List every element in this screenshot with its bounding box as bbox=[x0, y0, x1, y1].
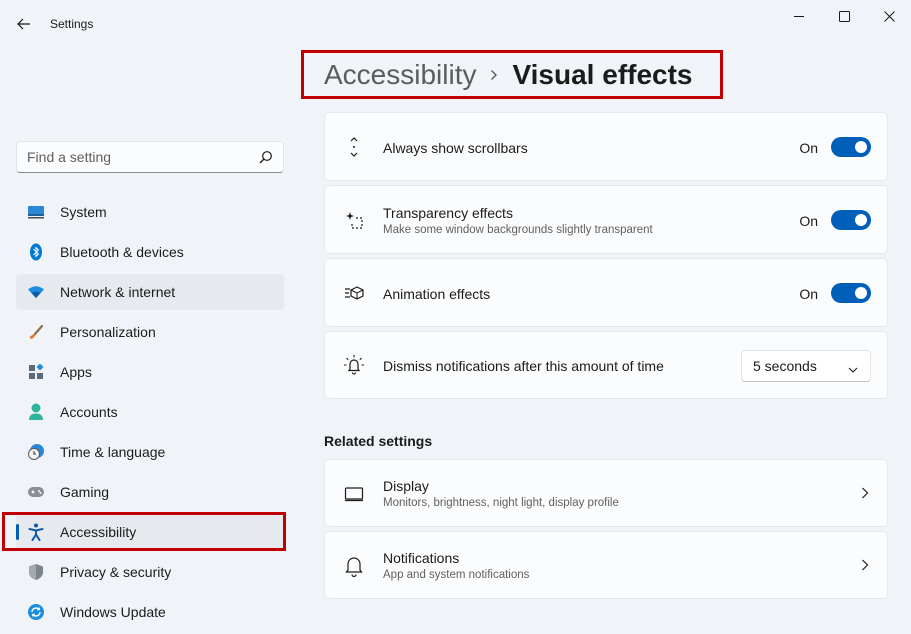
shield-icon bbox=[26, 562, 46, 582]
setting-title: Always show scrollbars bbox=[383, 140, 528, 156]
sidebar-item-label: Accounts bbox=[60, 404, 118, 420]
toggle-state-label: On bbox=[799, 286, 818, 302]
close-button[interactable] bbox=[869, 4, 909, 28]
back-arrow-icon bbox=[17, 18, 30, 30]
system-icon bbox=[26, 202, 46, 222]
sidebar-item-label: Privacy & security bbox=[60, 564, 172, 580]
brush-icon bbox=[26, 322, 46, 342]
animation-toggle[interactable] bbox=[831, 283, 871, 303]
sidebar-item-label: Bluetooth & devices bbox=[60, 244, 184, 260]
setting-title: Display bbox=[383, 478, 429, 494]
transparency-toggle[interactable] bbox=[831, 210, 871, 230]
chevron-right-icon bbox=[490, 69, 498, 81]
toggle-state-label: On bbox=[799, 140, 818, 156]
sidebar-item-label: Time & language bbox=[60, 444, 166, 460]
sidebar-item-accounts[interactable]: Accounts bbox=[16, 394, 284, 430]
transparency-icon bbox=[343, 209, 365, 231]
sidebar-item-label: Gaming bbox=[60, 484, 110, 500]
maximize-icon bbox=[838, 10, 850, 22]
update-icon bbox=[26, 602, 46, 622]
setting-description: Make some window backgrounds slightly tr… bbox=[383, 224, 653, 236]
toggle-state-label: On bbox=[799, 213, 818, 229]
sidebar-item-network[interactable]: Network & internet bbox=[16, 274, 284, 310]
search-icon[interactable] bbox=[259, 150, 273, 169]
dropdown-value: 5 seconds bbox=[753, 358, 817, 374]
related-card-display[interactable]: Display Monitors, brightness, night ligh… bbox=[324, 459, 888, 527]
sidebar-item-personalization[interactable]: Personalization bbox=[16, 314, 284, 350]
search-box[interactable] bbox=[16, 141, 284, 173]
bluetooth-icon bbox=[26, 242, 46, 262]
setting-title: Dismiss notifications after this amount … bbox=[383, 358, 664, 374]
sidebar-item-apps[interactable]: Apps bbox=[16, 354, 284, 390]
minimize-button[interactable] bbox=[779, 4, 819, 28]
sidebar-item-gaming[interactable]: Gaming bbox=[16, 474, 284, 510]
sidebar-item-windows-update[interactable]: Windows Update bbox=[16, 594, 284, 630]
setting-description: App and system notifications bbox=[383, 569, 530, 581]
back-button[interactable] bbox=[10, 10, 38, 38]
related-settings-heading: Related settings bbox=[324, 433, 433, 449]
title-bar: Settings bbox=[0, 0, 911, 48]
bell-icon bbox=[343, 555, 365, 577]
sidebar-item-label: Apps bbox=[60, 364, 92, 380]
sidebar-item-label: System bbox=[60, 204, 107, 220]
page-title: Visual effects bbox=[512, 59, 693, 90]
setting-title: Notifications bbox=[383, 550, 460, 566]
chevron-right-icon bbox=[861, 558, 869, 576]
sidebar-item-label: Network & internet bbox=[60, 284, 176, 300]
scrollbar-icon bbox=[343, 136, 365, 158]
setting-card-notification-timeout: Dismiss notifications after this amount … bbox=[324, 331, 888, 399]
sidebar-nav: System Bluetooth & devices Network & int… bbox=[16, 194, 284, 634]
clock-globe-icon bbox=[26, 442, 46, 462]
search-input[interactable] bbox=[17, 142, 247, 172]
sidebar-item-label: Personalization bbox=[60, 324, 156, 340]
chevron-down-icon bbox=[848, 361, 858, 377]
sidebar-highlight-annotation bbox=[2, 512, 286, 551]
setting-card-scrollbars: Always show scrollbars On bbox=[324, 112, 888, 181]
timeout-dropdown[interactable]: 5 seconds bbox=[741, 350, 871, 382]
breadcrumb-parent[interactable]: Accessibility bbox=[324, 59, 476, 91]
setting-description: Monitors, brightness, night light, displ… bbox=[383, 497, 619, 509]
sidebar-item-privacy[interactable]: Privacy & security bbox=[16, 554, 284, 590]
sidebar-item-bluetooth[interactable]: Bluetooth & devices bbox=[16, 234, 284, 270]
app-title: Settings bbox=[50, 17, 94, 31]
sidebar-item-system[interactable]: System bbox=[16, 194, 284, 230]
wifi-icon bbox=[26, 282, 46, 302]
monitor-icon bbox=[343, 483, 365, 505]
chevron-right-icon bbox=[861, 486, 869, 504]
bell-sparkle-icon bbox=[343, 354, 365, 376]
breadcrumb: Accessibility Visual effects bbox=[324, 58, 693, 92]
sidebar-item-time-language[interactable]: Time & language bbox=[16, 434, 284, 470]
gamepad-icon bbox=[26, 482, 46, 502]
close-icon bbox=[883, 10, 895, 22]
scrollbars-toggle[interactable] bbox=[831, 137, 871, 157]
sidebar-item-label: Windows Update bbox=[60, 604, 166, 620]
animation-icon bbox=[343, 282, 365, 304]
setting-title: Transparency effects bbox=[383, 205, 513, 221]
setting-card-transparency: Transparency effects Make some window ba… bbox=[324, 185, 888, 254]
related-card-notifications[interactable]: Notifications App and system notificatio… bbox=[324, 531, 888, 599]
setting-card-animation: Animation effects On bbox=[324, 258, 888, 327]
person-icon bbox=[26, 402, 46, 422]
setting-title: Animation effects bbox=[383, 286, 491, 302]
minimize-icon bbox=[794, 16, 804, 17]
apps-icon bbox=[26, 362, 46, 382]
maximize-button[interactable] bbox=[824, 4, 864, 28]
